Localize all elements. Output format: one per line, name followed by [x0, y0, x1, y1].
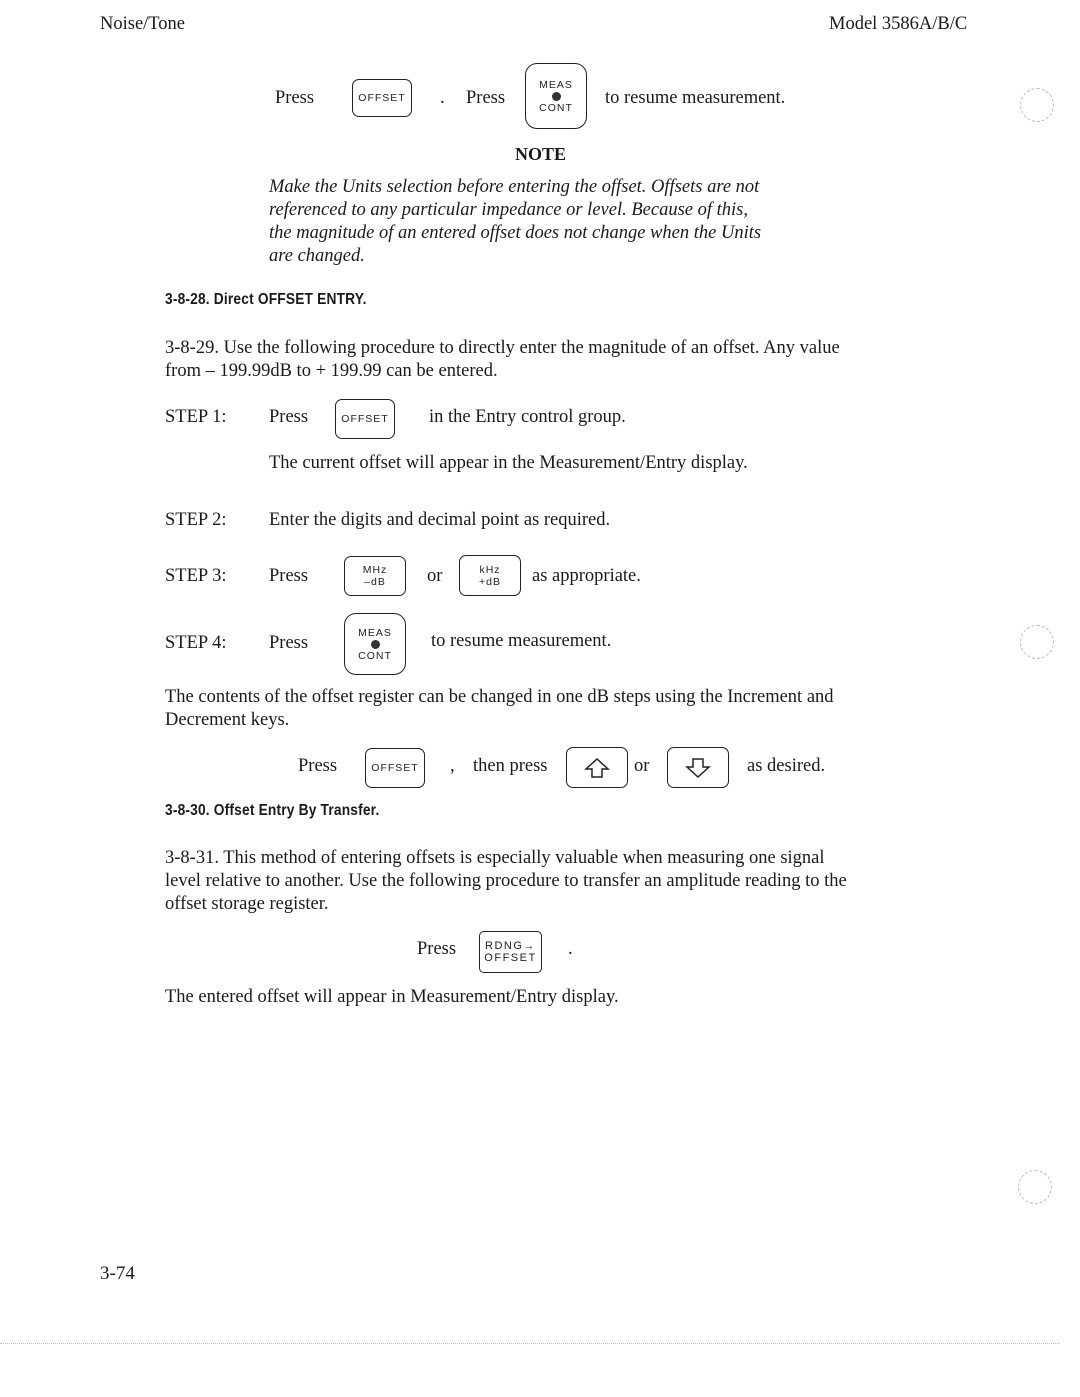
- increment-comma: ,: [450, 756, 455, 776]
- header-section-title: Noise/Tone: [100, 14, 186, 34]
- increment-then-press: then press: [473, 756, 548, 776]
- step-3-label: STEP 3:: [165, 566, 227, 586]
- step-2-label: STEP 2:: [165, 510, 227, 530]
- indicator-dot-icon: [370, 639, 380, 649]
- binder-hole-icon: [1020, 625, 1054, 659]
- down-arrow-icon: [685, 757, 711, 778]
- paragraph-line: 3-8-31. This method of entering offsets …: [165, 848, 825, 868]
- transfer-period: .: [568, 939, 573, 959]
- meas-cont-key: MEAS CONT: [344, 613, 406, 675]
- rdng-key-bottom: OFFSET: [484, 952, 537, 964]
- paragraph-line: 3-8-29. Use the following procedure to d…: [165, 338, 840, 358]
- offset-key: OFFSET: [352, 79, 412, 117]
- paragraph-line: Decrement keys.: [165, 710, 290, 730]
- intro-suffix: to resume measurement.: [605, 88, 786, 108]
- offset-key-label: OFFSET: [358, 92, 406, 104]
- step-1-label: STEP 1:: [165, 407, 227, 427]
- binder-hole-icon: [1020, 88, 1054, 122]
- meas-cont-key-bottom: CONT: [539, 101, 573, 114]
- paragraph-line: from – 199.99dB to + 199.99 can be enter…: [165, 361, 498, 381]
- mhz-key-top: MHz: [362, 564, 388, 576]
- up-arrow-icon: [584, 757, 610, 778]
- step-2-text: Enter the digits and decimal point as re…: [269, 510, 611, 530]
- section-heading-offset-entry-by-transfer: 3-8-30. Offset Entry By Transfer.: [165, 802, 380, 819]
- step-4-text: to resume measurement.: [431, 631, 612, 651]
- transfer-press: Press: [417, 939, 457, 959]
- rdng-offset-key: RDNG→ OFFSET: [479, 931, 542, 973]
- meas-cont-key-bottom: CONT: [358, 649, 392, 662]
- intro-press-label: Press: [275, 88, 315, 108]
- rdng-key-top: RDNG→: [485, 940, 536, 952]
- step-3-press: Press: [269, 566, 309, 586]
- increment-press: Press: [298, 756, 338, 776]
- meas-cont-key-top: MEAS: [539, 78, 573, 91]
- step-1-press: Press: [269, 407, 309, 427]
- paragraph-line: The contents of the offset register can …: [165, 687, 834, 707]
- mhz-minus-db-key: MHz –dB: [344, 556, 406, 596]
- khz-key-top: kHz: [479, 563, 501, 576]
- khz-key-bottom: +dB: [479, 575, 501, 588]
- step-1-text: in the Entry control group.: [429, 407, 626, 427]
- offset-key: OFFSET: [335, 399, 395, 439]
- header-model: Model 3586A/B/C: [829, 14, 968, 34]
- note-body: Make the Units selection before entering…: [269, 176, 829, 268]
- note-line: are changed.: [269, 246, 365, 266]
- offset-key-label: OFFSET: [371, 762, 419, 774]
- indicator-dot-icon: [551, 91, 561, 101]
- paragraph-line: level relative to another. Use the follo…: [165, 871, 847, 891]
- intro-press-label-2: Press: [466, 88, 506, 108]
- note-line: Make the Units selection before entering…: [269, 177, 760, 197]
- page-number: 3-74: [100, 1263, 135, 1284]
- increment-suffix: as desired.: [747, 756, 826, 776]
- decrement-key: [667, 747, 729, 788]
- step-4-label: STEP 4:: [165, 633, 227, 653]
- page-edge-divider: [0, 1343, 1060, 1344]
- paragraph-line: offset storage register.: [165, 894, 329, 914]
- paragraph-3-8-31: 3-8-31. This method of entering offsets …: [165, 847, 945, 916]
- note-title: NOTE: [515, 144, 567, 164]
- increment-or: or: [634, 756, 650, 776]
- note-line: referenced to any particular impedance o…: [269, 200, 748, 220]
- meas-cont-key-top: MEAS: [358, 626, 392, 639]
- note-line: the magnitude of an entered offset does …: [269, 223, 762, 243]
- khz-plus-db-key: kHz +dB: [459, 555, 521, 596]
- binder-hole-icon: [1018, 1170, 1052, 1204]
- step-4-press: Press: [269, 633, 309, 653]
- meas-cont-key: MEAS CONT: [525, 63, 587, 129]
- increment-key: [566, 747, 628, 788]
- offset-key-label: OFFSET: [341, 413, 389, 425]
- offset-key: OFFSET: [365, 748, 425, 788]
- mhz-key-bottom: –dB: [364, 576, 386, 588]
- step-3-or: or: [427, 566, 443, 586]
- paragraph-increment: The contents of the offset register can …: [165, 686, 945, 732]
- section-heading-direct-offset-entry: 3-8-28. Direct OFFSET ENTRY.: [165, 291, 367, 308]
- paragraph-3-8-29: 3-8-29. Use the following procedure to d…: [165, 337, 945, 383]
- step-3-text: as appropriate.: [532, 566, 641, 586]
- transfer-result: The entered offset will appear in Measur…: [165, 987, 619, 1007]
- intro-period: .: [440, 88, 445, 108]
- step-1-subtext: The current offset will appear in the Me…: [269, 453, 748, 473]
